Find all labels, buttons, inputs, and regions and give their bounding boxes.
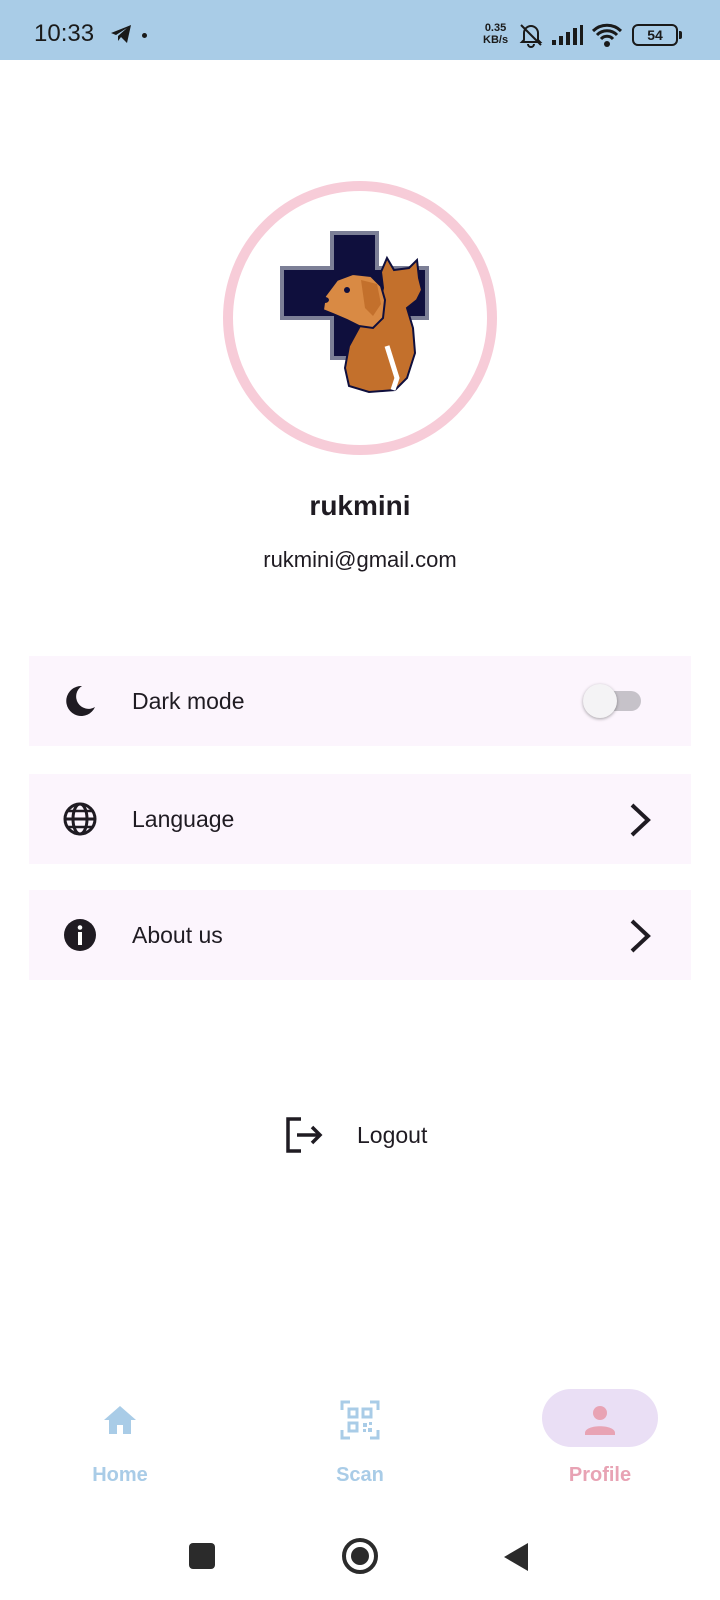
globe-icon bbox=[63, 802, 97, 836]
chevron-right-icon bbox=[630, 919, 651, 953]
qr-scan-icon bbox=[340, 1400, 380, 1440]
status-time: 10:33 bbox=[34, 20, 95, 47]
notification-dot bbox=[142, 33, 147, 38]
nav-home-label: Home bbox=[92, 1464, 148, 1486]
wifi-icon bbox=[591, 23, 623, 47]
telegram-icon bbox=[111, 25, 131, 43]
net-speed-unit: KB/s bbox=[483, 34, 509, 46]
user-email: rukmini@gmail.com bbox=[263, 547, 457, 572]
home-icon bbox=[104, 1406, 136, 1434]
recent-apps-button[interactable] bbox=[189, 1543, 215, 1569]
logout-button[interactable]: Logout bbox=[285, 1110, 455, 1160]
home-system-button[interactable] bbox=[342, 1538, 378, 1574]
language-label: Language bbox=[132, 805, 235, 832]
back-triangle-icon[interactable] bbox=[502, 1541, 530, 1573]
status-bar: 10:33 0.35 KB/s 54 bbox=[0, 0, 720, 60]
nav-scan[interactable]: Scan bbox=[280, 1392, 440, 1502]
info-icon bbox=[64, 919, 96, 951]
nav-scan-label: Scan bbox=[336, 1464, 384, 1486]
mute-bell-icon bbox=[519, 24, 543, 48]
chevron-right-icon bbox=[630, 803, 651, 837]
nav-profile-label: Profile bbox=[568, 1464, 632, 1486]
battery-icon: 54 bbox=[632, 24, 682, 46]
dark-mode-row: Dark mode bbox=[29, 656, 691, 746]
about-us-row[interactable]: About us bbox=[29, 890, 691, 980]
language-row[interactable]: Language bbox=[29, 774, 691, 864]
signal-icon bbox=[552, 25, 583, 45]
logout-label: Logout bbox=[357, 1121, 428, 1148]
nav-profile[interactable]: Profile bbox=[520, 1389, 680, 1502]
net-speed: 0.35 KB/s bbox=[483, 22, 508, 46]
dark-mode-toggle[interactable] bbox=[583, 684, 641, 718]
user-name: rukmini bbox=[309, 490, 411, 521]
person-icon bbox=[585, 1406, 615, 1435]
dark-mode-label: Dark mode bbox=[132, 687, 245, 714]
about-us-label: About us bbox=[132, 921, 223, 948]
nav-home[interactable]: Home bbox=[40, 1392, 200, 1502]
moon-icon bbox=[66, 685, 95, 716]
pet-care-logo bbox=[280, 231, 429, 394]
toggle-thumb bbox=[583, 684, 617, 718]
net-speed-value: 0.35 bbox=[484, 22, 507, 34]
logout-icon bbox=[286, 1117, 323, 1153]
